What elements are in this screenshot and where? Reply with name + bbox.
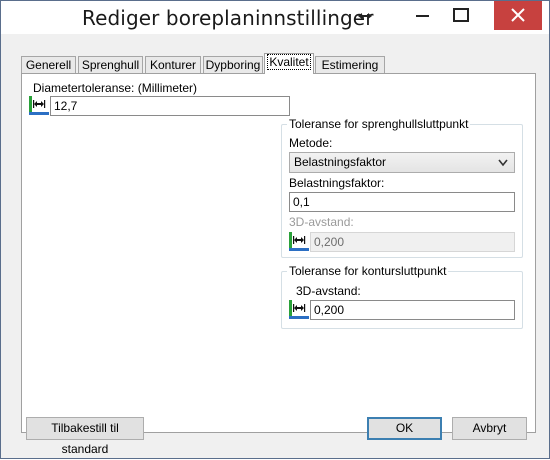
tab-label: Generell (25, 58, 72, 72)
load-factor-label: Belastningsfaktor: (289, 176, 385, 190)
diameter-tolerance-input[interactable]: 12,7 (50, 96, 290, 116)
dialog-window: Rediger boreplaninnstillinger Generell S… (0, 0, 550, 459)
tab-kvalitet[interactable]: Kvalitet (264, 53, 314, 74)
blast-endpoint-tolerance-group: Toleranse for sprenghullsluttpunkt Metod… (281, 117, 523, 258)
tab-konturer[interactable]: Konturer (145, 56, 201, 74)
tab-label: Dypboring (205, 58, 261, 72)
tab-label: Konturer (149, 58, 197, 72)
tab-label: Kvalitet (267, 54, 311, 70)
blast-3d-distance-input: 0,200 (310, 232, 515, 252)
tab-label: Estimering (321, 58, 379, 72)
dimension-icon (29, 96, 49, 115)
tab-sprenghull[interactable]: Sprenghull (78, 56, 143, 74)
load-factor-input[interactable]: 0,1 (289, 192, 515, 212)
method-label: Metode: (289, 136, 333, 150)
minimize-icon (416, 15, 429, 17)
blast-group-title: Toleranse for sprenghullsluttpunkt (287, 117, 471, 131)
maximize-button[interactable] (446, 1, 476, 30)
reset-to-default-button[interactable]: Tilbakestill til standard (26, 417, 144, 456)
tab-label: Sprenghull (81, 58, 140, 72)
dimension-icon (289, 300, 309, 319)
blast-3d-distance-label: 3D-avstand: (289, 215, 354, 229)
tab-panel-kvalitet: Diametertoleranse: (Millimeter) 12,7 Tol… (21, 73, 536, 433)
contour-3d-distance-label: 3D-avstand: (296, 284, 361, 298)
title-bar[interactable]: Rediger boreplaninnstillinger (1, 1, 549, 34)
dimension-icon (289, 232, 309, 251)
tab-generell[interactable]: Generell (21, 56, 76, 74)
minimize-button[interactable] (408, 1, 438, 30)
contour-group-title: Toleranse for kontursluttpunkt (287, 264, 449, 278)
close-icon (511, 8, 525, 22)
dialog-client: Generell Sprenghull Konturer Dypboring K… (9, 34, 541, 456)
contour-3d-distance-input[interactable]: 0,200 (310, 300, 515, 320)
diameter-tolerance-label: Diametertoleranse: (Millimeter) (33, 81, 198, 95)
method-dropdown[interactable]: Belastningsfaktor (289, 152, 515, 173)
method-dropdown-value: Belastningsfaktor (294, 155, 387, 169)
contour-endpoint-tolerance-group: Toleranse for kontursluttpunkt 3D-avstan… (281, 264, 523, 329)
tab-estimering[interactable]: Estimering (315, 56, 385, 74)
resize-arrows-icon (358, 13, 372, 19)
close-button[interactable] (494, 1, 542, 30)
ok-button[interactable]: OK (367, 417, 442, 440)
maximize-icon (453, 8, 469, 22)
window-title: Rediger boreplaninnstillinger (82, 6, 374, 30)
tab-dypboring[interactable]: Dypboring (203, 56, 263, 74)
chevron-down-icon (498, 159, 508, 167)
cancel-button[interactable]: Avbryt (452, 417, 527, 440)
